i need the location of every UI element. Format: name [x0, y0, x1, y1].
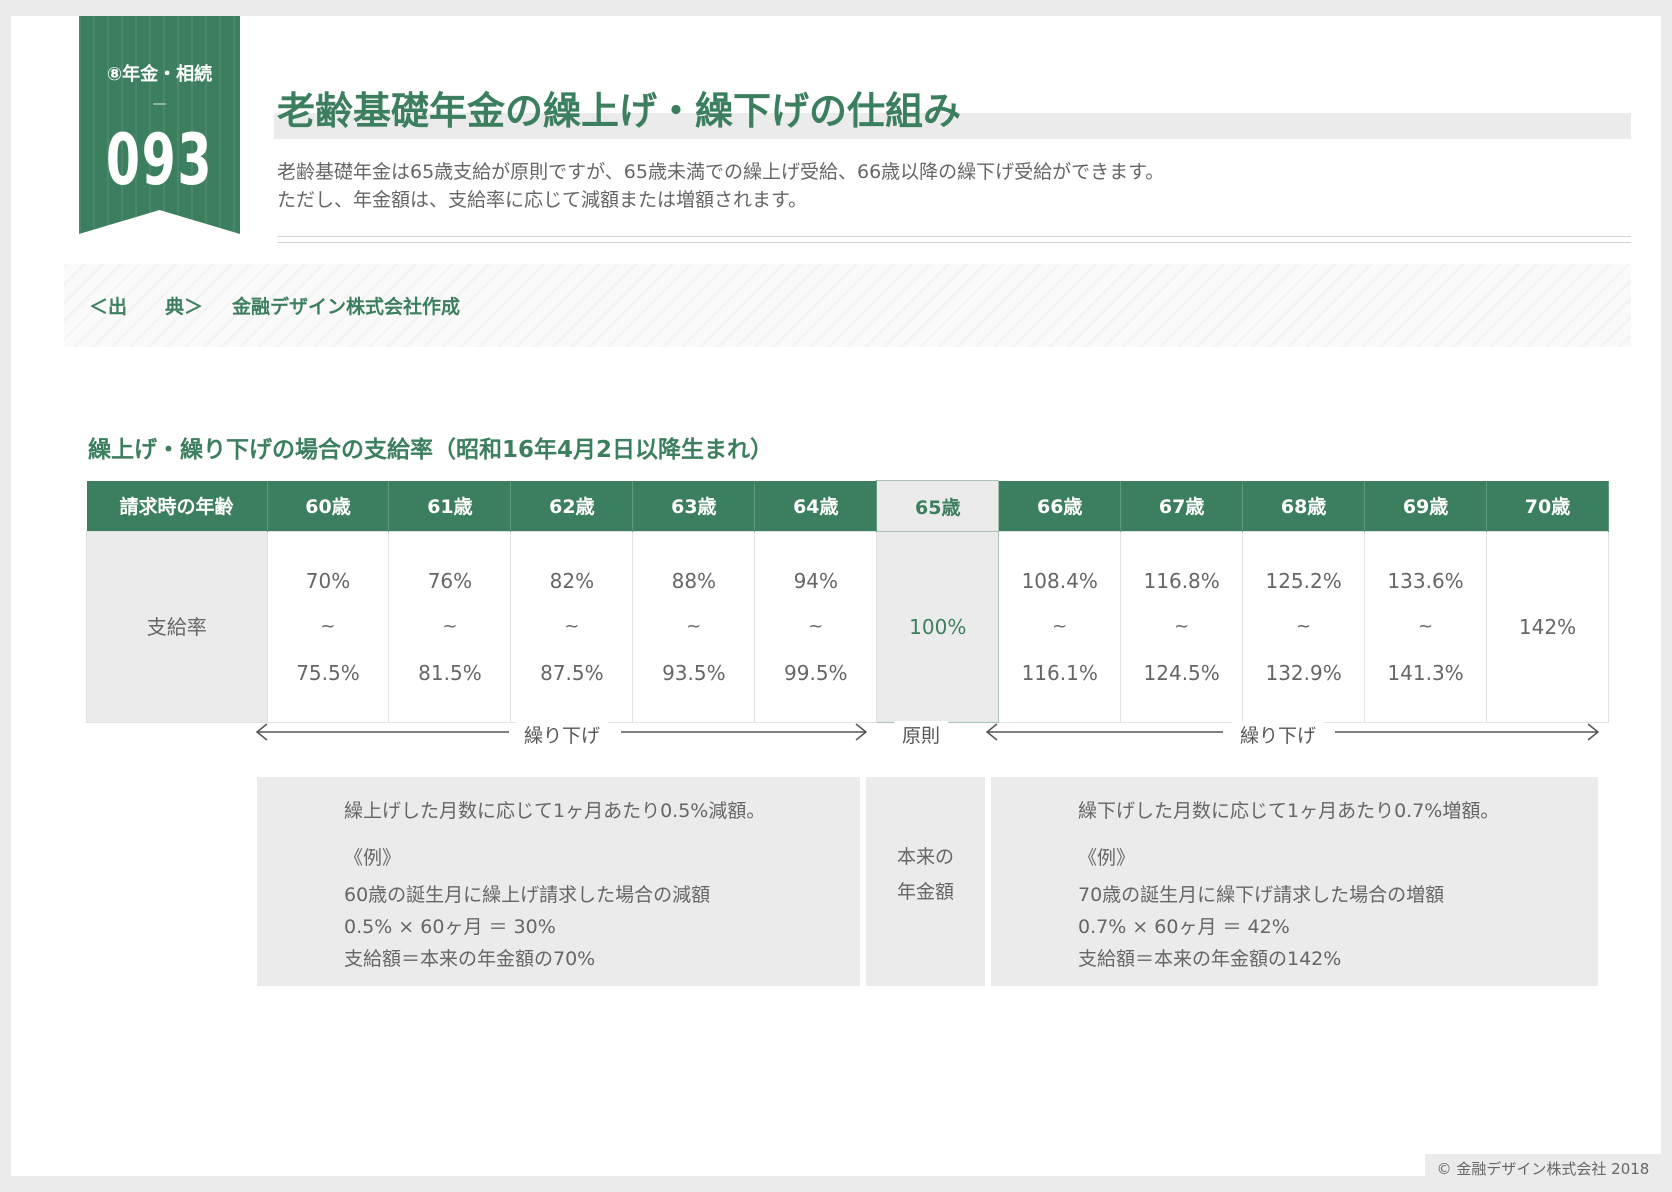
right-arrow-label: 繰り下げ	[1232, 721, 1325, 748]
right-box-line4: 支給額＝本来の年金額の142%	[1078, 948, 1342, 970]
left-box-example: 《例》	[344, 847, 402, 869]
left-arrow-label: 繰り下げ	[516, 721, 609, 748]
left-box-line4: 支給額＝本来の年金額の70%	[344, 948, 596, 970]
copyright: © 金融デザイン株式会社 2018	[1425, 1154, 1661, 1184]
center-explanation-box: 本来の 年金額	[866, 777, 985, 986]
direction-arrows	[255, 723, 1600, 741]
page: ⑧年金・相続 — 093 老齢基礎年金の繰上げ・繰下げの仕組み 老齢基礎年金は6…	[11, 16, 1661, 1176]
right-box-line1: 繰下げした月数に応じて1ヶ月あたり0.7%増額。	[1078, 800, 1500, 822]
left-box-line2: 60歳の誕生月に繰上げ請求した場合の減額	[344, 884, 711, 906]
right-box-line3: 0.7% × 60ヶ月 ＝ 42%	[1078, 916, 1290, 938]
left-explanation-box: 繰上げした月数に応じて1ヶ月あたり0.5%減額。 《例》 60歳の誕生月に繰上げ…	[257, 777, 860, 986]
left-box-line1: 繰上げした月数に応じて1ヶ月あたり0.5%減額。	[344, 800, 766, 822]
center-arrow-label: 原則	[894, 721, 949, 748]
center-box-line1: 本来の	[896, 846, 954, 868]
right-box-line2: 70歳の誕生月に繰下げ請求した場合の増額	[1078, 884, 1445, 906]
left-box-line3: 0.5% × 60ヶ月 ＝ 30%	[344, 916, 556, 938]
right-box-example: 《例》	[1078, 847, 1136, 869]
center-box-line2: 年金額	[896, 881, 954, 903]
right-explanation-box: 繰下げした月数に応じて1ヶ月あたり0.7%増額。 《例》 70歳の誕生月に繰下げ…	[991, 777, 1598, 986]
